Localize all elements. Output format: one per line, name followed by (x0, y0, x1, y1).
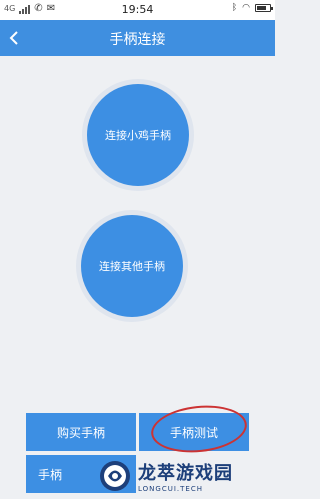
watermark-subtitle: LONGCUI.TECH (138, 484, 203, 493)
app-header: 手柄连接 (0, 20, 275, 56)
connect-chick-label: 连接小鸡手柄 (105, 129, 171, 142)
watermark-text: 龙萃游戏园 LONGCUI.TECH (138, 459, 233, 493)
bluetooth-icon: ᛒ (231, 3, 238, 13)
watermark-title: 龙萃游戏园 (138, 462, 233, 484)
battery-icon (255, 4, 273, 12)
connect-other-circle-ring: 连接其他手柄 (76, 210, 188, 322)
gamepad-test-label: 手柄测试 (169, 425, 218, 440)
connect-chick-gamepad-button[interactable]: 连接小鸡手柄 (87, 84, 189, 186)
status-right: ᛒ ◠ (231, 3, 273, 13)
watermark-logo-icon (100, 460, 130, 491)
watermark: 龙萃游戏园 LONGCUI.TECH (98, 452, 275, 499)
buy-gamepad-button[interactable]: 购买手柄 (26, 413, 136, 451)
page-title: 手柄连接 (109, 32, 166, 48)
connect-other-label: 连接其他手柄 (99, 260, 165, 273)
connect-other-gamepad-button[interactable]: 连接其他手柄 (81, 215, 183, 317)
buy-gamepad-label: 购买手柄 (56, 425, 105, 440)
gamepad-test-button[interactable]: 手柄测试 (139, 413, 249, 451)
status-bar: 4G ✆ ✉ 19:54 ᛒ ◠ (0, 0, 275, 20)
gamepad-more-label: 手柄 (38, 467, 63, 482)
connect-chick-circle-ring: 连接小鸡手柄 (82, 79, 194, 191)
wifi-icon: ◠ (242, 3, 250, 13)
